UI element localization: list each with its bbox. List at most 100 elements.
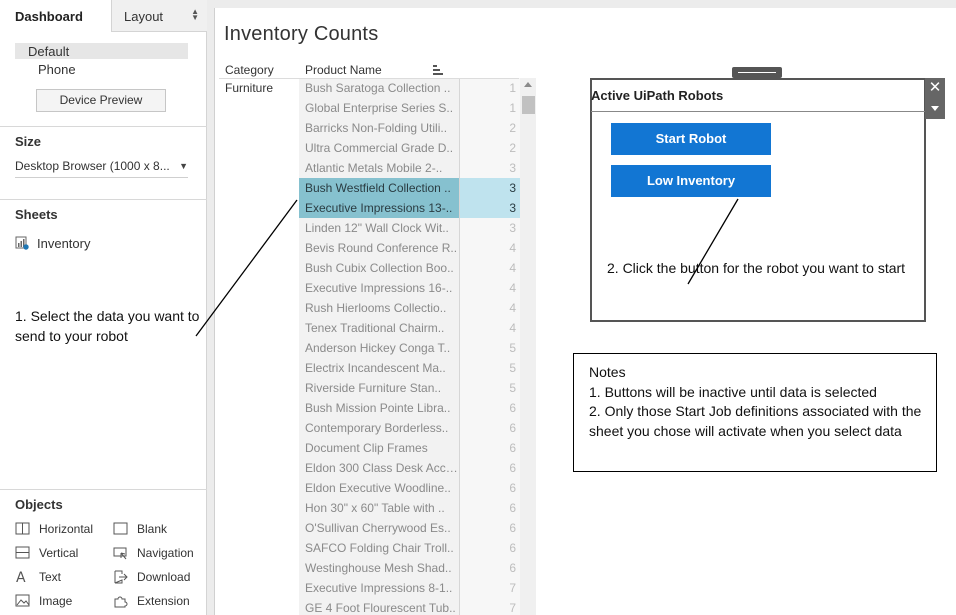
table-row[interactable]: Linden 12" Wall Clock Wit.. 3 xyxy=(299,218,520,238)
table-row[interactable]: Atlantic Metals Mobile 2-.. 3 xyxy=(299,158,520,178)
table-row[interactable]: Document Clip Frames 6 xyxy=(299,438,520,458)
table-row[interactable]: O'Sullivan Cherrywood Es.. 6 xyxy=(299,518,520,538)
table-row[interactable]: Executive Impressions 16-.. 4 xyxy=(299,278,520,298)
download-icon xyxy=(113,570,129,584)
instruction-click-button: 2. Click the button for the robot you wa… xyxy=(607,260,906,276)
scrollbar-thumb[interactable] xyxy=(522,96,535,114)
table-row[interactable]: Eldon Executive Woodline.. 6 xyxy=(299,478,520,498)
category-value[interactable]: Furniture xyxy=(225,81,273,95)
product-name: Executive Impressions 16-.. xyxy=(305,281,453,295)
scroll-up-icon[interactable] xyxy=(524,82,532,87)
object-horizontal[interactable]: Horizontal xyxy=(15,522,93,538)
object-text[interactable]: A Text xyxy=(15,570,61,586)
product-name: Linden 12" Wall Clock Wit.. xyxy=(305,221,449,235)
product-count: 3 xyxy=(509,181,516,195)
divider xyxy=(0,489,207,490)
product-count: 1 xyxy=(509,101,516,115)
table-row[interactable]: GE 4 Foot Flourescent Tub.. 7 xyxy=(299,598,520,615)
tab-dashboard[interactable]: Dashboard xyxy=(0,0,111,32)
table-row[interactable]: Ultra Commercial Grade D.. 2 xyxy=(299,138,520,158)
object-label: Blank xyxy=(137,522,168,536)
product-name: Hon 30" x 60" Table with .. xyxy=(305,501,445,515)
sort-icon[interactable] xyxy=(432,63,444,75)
product-name: GE 4 Foot Flourescent Tub.. xyxy=(305,601,456,615)
table-row[interactable]: Bush Westfield Collection .. 3 xyxy=(299,178,520,198)
product-count: 6 xyxy=(509,561,516,575)
more-options-icon[interactable] xyxy=(931,106,939,111)
divider xyxy=(591,111,925,112)
product-count: 7 xyxy=(509,581,516,595)
sheets-heading: Sheets xyxy=(15,207,58,222)
table-row[interactable]: Eldon 300 Class Desk Acce.. 6 xyxy=(299,458,520,478)
device-default[interactable]: Default xyxy=(15,43,188,59)
product-count: 6 xyxy=(509,501,516,515)
product-name: Bush Saratoga Collection .. xyxy=(305,81,451,95)
table-row[interactable]: Rush Hierlooms Collectio.. 4 xyxy=(299,298,520,318)
product-count: 2 xyxy=(509,141,516,155)
table-row[interactable]: Bush Mission Pointe Libra.. 6 xyxy=(299,398,520,418)
product-name: Global Enterprise Series S.. xyxy=(305,101,454,115)
product-count: 6 xyxy=(509,421,516,435)
table-row[interactable]: Bush Saratoga Collection .. 1 xyxy=(299,78,520,98)
object-navigation[interactable]: Navigation xyxy=(113,546,194,562)
horizontal-container-icon xyxy=(15,522,31,536)
product-name: Westinghouse Mesh Shad.. xyxy=(305,561,452,575)
divider xyxy=(0,126,207,127)
close-icon[interactable]: ✕ xyxy=(926,79,944,97)
object-label: Vertical xyxy=(39,546,79,560)
table-row[interactable]: SAFCO Folding Chair Troll.. 6 xyxy=(299,538,520,558)
updown-arrows-icon: ▲ ▼ xyxy=(191,7,199,22)
product-name: Contemporary Borderless.. xyxy=(305,421,449,435)
table-row[interactable]: Global Enterprise Series S.. 1 xyxy=(299,98,520,118)
product-name: Atlantic Metals Mobile 2-.. xyxy=(305,161,443,175)
product-count: 6 xyxy=(509,541,516,555)
product-name: Electrix Incandescent Ma.. xyxy=(305,361,446,375)
text-icon: A xyxy=(15,570,31,586)
image-icon xyxy=(15,594,31,608)
object-vertical[interactable]: Vertical xyxy=(15,546,78,562)
object-label: Navigation xyxy=(137,546,194,560)
object-extension[interactable]: Extension xyxy=(113,594,190,610)
sheet-item-inventory[interactable]: Inventory xyxy=(15,236,90,254)
object-label: Image xyxy=(39,594,73,608)
table-row[interactable]: Bevis Round Conference R.. 4 xyxy=(299,238,520,258)
column-header-product[interactable]: Product Name xyxy=(305,63,382,77)
product-count: 3 xyxy=(509,221,516,235)
size-dropdown[interactable]: Desktop Browser (1000 x 8... ▼ xyxy=(15,158,188,178)
low-inventory-button[interactable]: Low Inventory xyxy=(611,165,771,197)
product-name: Document Clip Frames xyxy=(305,441,428,455)
table-row[interactable]: Hon 30" x 60" Table with .. 6 xyxy=(299,498,520,518)
product-name: Tenex Traditional Chairm.. xyxy=(305,321,445,335)
instruction-select-data: 1. Select the data you want to send to y… xyxy=(15,308,200,344)
table-row[interactable]: Anderson Hickey Conga T.. 5 xyxy=(299,338,520,358)
start-robot-button[interactable]: Start Robot xyxy=(611,123,771,155)
column-header-category[interactable]: Category xyxy=(225,63,274,77)
product-count: 6 xyxy=(509,481,516,495)
extension-drag-handle[interactable] xyxy=(732,67,782,78)
product-count: 4 xyxy=(509,321,516,335)
table-row[interactable]: Executive Impressions 13-.. 3 xyxy=(299,198,520,218)
object-blank[interactable]: Blank xyxy=(113,522,167,538)
product-count: 4 xyxy=(509,281,516,295)
product-name: Barricks Non-Folding Utili.. xyxy=(305,121,448,135)
worksheet-title: Inventory Counts xyxy=(224,23,379,45)
table-row[interactable]: Barricks Non-Folding Utili.. 2 xyxy=(299,118,520,138)
table-row[interactable]: Electrix Incandescent Ma.. 5 xyxy=(299,358,520,378)
vertical-scrollbar[interactable] xyxy=(520,78,536,615)
product-count: 5 xyxy=(509,341,516,355)
table-row[interactable]: Westinghouse Mesh Shad.. 6 xyxy=(299,558,520,578)
object-download[interactable]: Download xyxy=(113,570,190,586)
table-row[interactable]: Riverside Furniture Stan.. 5 xyxy=(299,378,520,398)
table-row[interactable]: Contemporary Borderless.. 6 xyxy=(299,418,520,438)
notes-box: Notes 1. Buttons will be inactive until … xyxy=(573,353,937,472)
device-preview-button[interactable]: Device Preview xyxy=(36,89,166,112)
table-row[interactable]: Executive Impressions 8-1.. 7 xyxy=(299,578,520,598)
device-phone[interactable]: Phone xyxy=(38,62,76,77)
blank-icon xyxy=(113,522,129,536)
table-row[interactable]: Tenex Traditional Chairm.. 4 xyxy=(299,318,520,338)
object-image[interactable]: Image xyxy=(15,594,72,610)
product-name: Ultra Commercial Grade D.. xyxy=(305,141,454,155)
table-row[interactable]: Bush Cubix Collection Boo.. 4 xyxy=(299,258,520,278)
tab-layout[interactable]: Layout ▲ ▼ xyxy=(111,0,207,32)
tab-layout-label: Layout xyxy=(124,9,164,24)
